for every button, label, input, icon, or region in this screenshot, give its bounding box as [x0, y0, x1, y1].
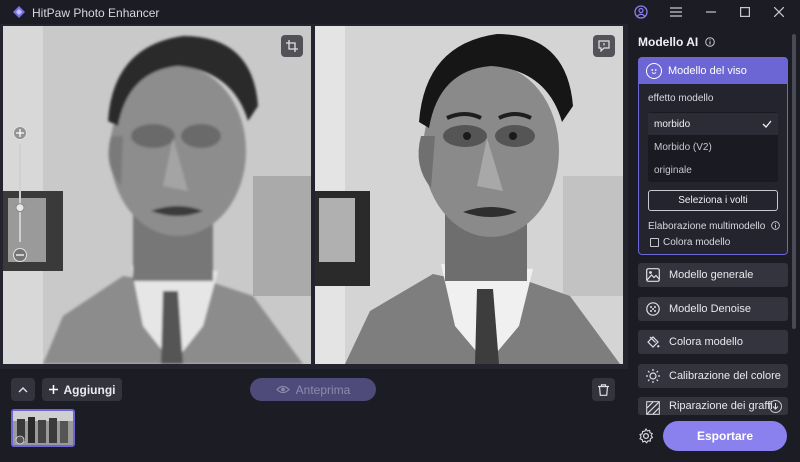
add-label: Aggiungi	[63, 382, 116, 397]
maximize-button[interactable]	[736, 3, 754, 21]
title-bar: HitPaw Photo Enhancer	[0, 0, 800, 24]
image-icon	[644, 266, 662, 284]
chevron-up-icon	[18, 386, 28, 392]
select-faces-button[interactable]: Seleziona i volti	[648, 190, 778, 211]
crop-button[interactable]	[281, 35, 303, 57]
minimize-button[interactable]	[702, 3, 720, 21]
download-icon[interactable]	[769, 400, 782, 413]
delete-button[interactable]	[592, 378, 615, 401]
app-logo-icon	[13, 6, 25, 18]
panel-title: Modello AI	[638, 35, 715, 49]
export-button[interactable]: Esportare	[663, 421, 787, 451]
enhanced-image	[315, 26, 623, 364]
user-circle-icon	[634, 5, 648, 19]
menu-icon	[670, 7, 682, 17]
face-model-header[interactable]: Modello del viso	[639, 58, 787, 84]
settings-button[interactable]	[637, 427, 655, 445]
app-title: HitPaw Photo Enhancer	[32, 6, 160, 20]
denoise-icon	[644, 300, 662, 318]
image-viewer[interactable]	[0, 24, 628, 369]
colorize-checkbox-label: Colora modello	[663, 237, 731, 248]
gear-icon	[639, 428, 654, 444]
close-button[interactable]	[770, 3, 788, 21]
effect-option-morbido[interactable]: morbido	[648, 113, 778, 135]
model-denoise[interactable]: Modello Denoise	[638, 297, 788, 321]
colorize-checkbox[interactable]: Colora modello	[650, 237, 730, 248]
paint-bucket-icon	[644, 333, 662, 351]
maximize-icon	[740, 7, 750, 17]
face-icon	[646, 63, 662, 79]
model-colorize[interactable]: Colora modello	[638, 330, 788, 354]
effect-label: effetto modello	[648, 93, 714, 104]
original-image	[3, 26, 311, 364]
scratch-repair-icon	[644, 399, 662, 415]
effect-option-morbido-v2[interactable]: Morbido (V2)	[648, 136, 778, 158]
model-scratch-repair[interactable]: Riparazione dei graffi	[638, 397, 788, 415]
eye-icon	[275, 385, 290, 394]
sun-icon	[644, 367, 662, 385]
preview-button[interactable]: Anteprima	[250, 378, 376, 401]
crop-icon	[286, 40, 298, 52]
compare-button[interactable]	[593, 35, 615, 57]
model-color-calibration[interactable]: Calibrazione del colore	[638, 364, 788, 388]
minus-icon	[16, 254, 24, 256]
checkbox-box[interactable]	[650, 238, 659, 247]
zoom-in-button[interactable]	[13, 126, 27, 140]
comment-icon	[598, 40, 610, 52]
plus-icon	[48, 385, 58, 394]
zoom-handle	[15, 203, 25, 213]
minimize-icon	[706, 11, 716, 13]
info-icon[interactable]	[704, 37, 715, 47]
zoom-slider[interactable]	[10, 124, 30, 264]
zoom-out-button[interactable]	[13, 248, 27, 262]
face-model-label: Modello del viso	[668, 65, 747, 77]
effect-option-originale[interactable]: originale	[648, 159, 778, 181]
plus-icon	[16, 129, 24, 137]
account-button[interactable]	[632, 3, 650, 21]
preview-label: Anteprima	[295, 382, 351, 397]
multimodel-label: Elaborazione multimodello	[648, 221, 780, 232]
panel-scrollbar[interactable]	[792, 34, 796, 329]
close-icon	[774, 7, 784, 17]
check-icon	[762, 120, 772, 128]
model-general[interactable]: Modello generale	[638, 263, 788, 287]
info-icon[interactable]	[771, 221, 780, 230]
image-thumbnail[interactable]	[11, 409, 75, 447]
collapse-button[interactable]	[11, 378, 35, 401]
add-button[interactable]: Aggiungi	[42, 378, 122, 401]
menu-button[interactable]	[667, 3, 685, 21]
trash-icon	[598, 383, 609, 396]
